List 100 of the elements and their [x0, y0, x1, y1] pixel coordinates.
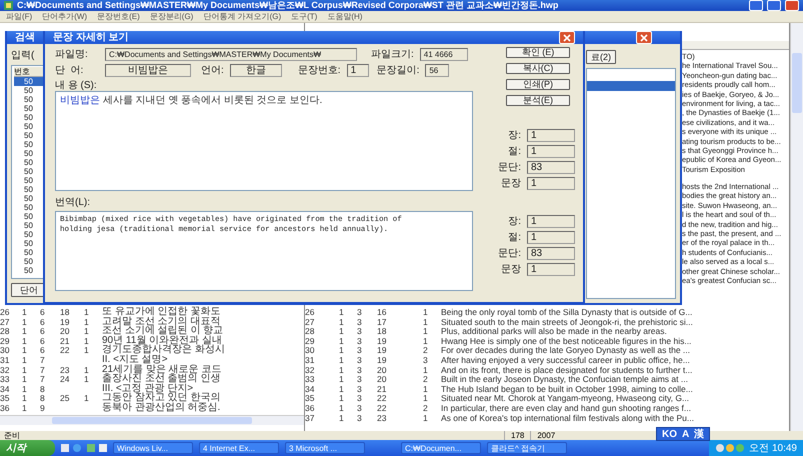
- table-cell-text: 6: [40, 326, 46, 336]
- table-cell-text: 21: [377, 384, 388, 394]
- table-cell-text: 28: [305, 326, 316, 336]
- close-button[interactable]: [636, 31, 652, 44]
- table-cell-text: 29: [305, 336, 316, 346]
- table-cell-text: 그동안 잠자고 있던 한국의: [102, 393, 222, 404]
- table-cell-text: 1: [339, 316, 345, 327]
- dialog-button[interactable]: 복사(C): [506, 63, 570, 74]
- dialog-title: 문장 자세히 보기: [53, 31, 129, 44]
- close-list-button[interactable]: 료(2): [586, 50, 616, 64]
- file-name-field[interactable]: C:₩Documents and Settings₩MASTER₩My Documents₩: [105, 48, 357, 61]
- clock: 오전 10:49: [749, 442, 797, 455]
- table-cell-text: 경기도종합사격장은 화성시: [102, 345, 226, 356]
- table-cell-text: 1: [339, 345, 345, 356]
- ime-button[interactable]: A: [682, 428, 690, 440]
- content-text: 비빔밥은 세사를 지내던 옛 풍속에서 비롯된 것으로 보인다.: [60, 95, 324, 107]
- table-cell-text: 1: [339, 384, 345, 394]
- table-cell-text: 1: [22, 336, 28, 346]
- table-cell-text: Built in the early Joseon Dynasty, the Confucian temple aims at ...: [441, 374, 689, 384]
- position-field[interactable]: 1: [527, 215, 575, 228]
- table-cell-text: 3: [357, 364, 363, 375]
- position-field[interactable]: 1: [527, 231, 575, 244]
- close-button[interactable]: [559, 31, 575, 44]
- taskbar-button[interactable]: Windows Liv...: [113, 442, 193, 454]
- taskbar-button[interactable]: C:₩Documen...: [401, 442, 481, 454]
- table-cell-text: Situated near Mt. Chorok at Yangam-myeong, Hwaseong city, G...: [441, 393, 690, 404]
- table-cell-text: 19: [377, 354, 388, 365]
- dialog-button[interactable]: 인쇄(P): [506, 79, 570, 90]
- word-field[interactable]: 비빔밥은: [105, 64, 191, 77]
- field-label: 문장번호:: [298, 65, 341, 76]
- position-label: 문장: [501, 178, 521, 189]
- horizontal-scrollbar[interactable]: [0, 414, 304, 425]
- sentence-length-field[interactable]: 56: [425, 64, 450, 77]
- field-label: 파일크기:: [371, 49, 414, 60]
- menu-item[interactable]: 파일(F): [6, 11, 32, 22]
- x-icon: [563, 34, 571, 42]
- menu-item[interactable]: 단어통계 가져오기(G): [203, 11, 282, 22]
- table-cell-text: 1: [423, 326, 429, 336]
- table-cell-text: 1: [339, 336, 345, 346]
- result-list[interactable]: [586, 68, 676, 299]
- close-button[interactable]: [785, 0, 799, 11]
- table-cell-text: 6: [40, 345, 46, 356]
- table-cell-text: 3: [357, 402, 363, 413]
- dialog-button[interactable]: 분석(E): [506, 95, 570, 106]
- table-cell-text: 9: [40, 402, 46, 413]
- content-text-area[interactable]: 비빔밥은 세사를 지내던 옛 풍속에서 비롯된 것으로 보인다.: [55, 91, 474, 191]
- quick-launch-icon[interactable]: [61, 443, 107, 453]
- table-cell-text: 2: [423, 402, 429, 413]
- taskbar-button[interactable]: 3 Microsoft ...: [285, 442, 365, 454]
- table-cell-text: 1: [84, 393, 90, 404]
- position-field[interactable]: 1: [527, 263, 575, 276]
- file-size-field[interactable]: 41 4666: [420, 48, 468, 61]
- minimize-button[interactable]: [749, 0, 763, 11]
- position-field[interactable]: 1: [527, 129, 575, 142]
- table-cell-text: After having enjoyed a very successful career in public office, he...: [441, 354, 691, 365]
- table-cell-text: 3: [357, 316, 363, 327]
- table-cell-text: 1: [423, 307, 429, 317]
- table-cell-text: 1: [22, 374, 28, 384]
- field-label: 단 어:: [55, 65, 84, 76]
- table-cell-text: 1: [22, 384, 28, 394]
- position-field[interactable]: 83: [527, 161, 575, 174]
- taskbar-button[interactable]: 클라드^ 접속기: [487, 442, 567, 454]
- position-label: 장:: [508, 216, 521, 227]
- table-cell-text: 3: [357, 374, 363, 384]
- table-cell-text: 1: [84, 316, 90, 327]
- table-cell-text: 7: [40, 354, 46, 365]
- table-cell-text: 30: [305, 345, 316, 356]
- sentence-number-field[interactable]: 1: [346, 64, 369, 77]
- menu-item[interactable]: 도구(T): [291, 11, 318, 22]
- table-cell-text: 1: [339, 374, 345, 384]
- table-cell-text: 33: [0, 374, 10, 384]
- position-field[interactable]: 83: [527, 247, 575, 260]
- table-cell-text: 또 유교가에 인접한 꽃화도: [102, 307, 222, 317]
- table-cell-text: 1: [339, 364, 345, 375]
- menu-item[interactable]: 문장번호(E): [97, 11, 140, 22]
- ime-button[interactable]: 漢: [694, 427, 704, 441]
- position-field[interactable]: 1: [527, 177, 575, 190]
- maximize-button[interactable]: [767, 0, 781, 11]
- position-field[interactable]: 1: [527, 145, 575, 158]
- table-cell-text: 27: [305, 316, 316, 327]
- language-field[interactable]: 한글: [230, 64, 282, 77]
- table-cell-text: 24: [60, 374, 70, 384]
- table-cell-text: 1: [84, 326, 90, 336]
- table-cell-text: 8: [40, 384, 46, 394]
- table-cell-text: 1: [22, 307, 28, 317]
- dialog-button[interactable]: 확인 (E): [506, 47, 570, 58]
- table-cell-text: 37: [305, 412, 316, 423]
- menu-item[interactable]: 단어추가(W): [42, 11, 88, 22]
- table-cell-text: 1: [339, 326, 345, 336]
- taskbar-button[interactable]: 4 Internet Ex...: [199, 442, 279, 454]
- menu-item[interactable]: 문장분리(G): [150, 11, 194, 22]
- table-cell-text: 26: [0, 307, 10, 317]
- table-cell-text: 30: [0, 345, 10, 356]
- table-cell-text: 25: [60, 393, 70, 404]
- table-cell-text: 3: [357, 336, 363, 346]
- vertical-scrollbar[interactable]: [790, 23, 803, 431]
- position-label: 절:: [508, 232, 521, 243]
- menu-item[interactable]: 도움말(H): [327, 11, 362, 22]
- table-cell-text: 1: [423, 364, 429, 375]
- ime-mode: KO: [662, 428, 677, 440]
